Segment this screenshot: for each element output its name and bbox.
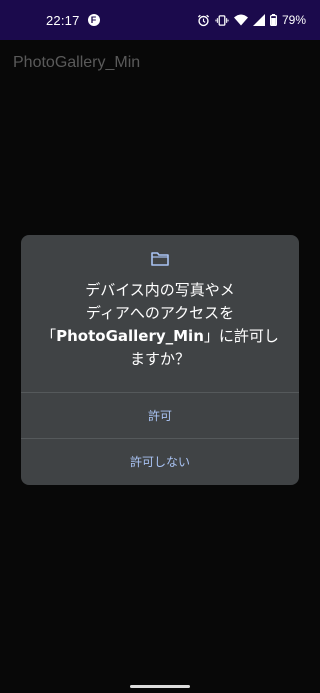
message-line: デバイス内の写真やメ	[85, 281, 235, 299]
wifi-icon	[233, 14, 248, 26]
navigation-gesture-handle[interactable]	[130, 685, 190, 688]
battery-percentage: 79%	[281, 13, 306, 27]
status-bar: 22:17 F 79%	[0, 0, 320, 40]
message-app-name: PhotoGallery_Min	[56, 327, 204, 345]
status-icons: 79%	[197, 13, 306, 27]
message-bracket-open: 「	[41, 327, 57, 345]
app-notification-icon: F	[87, 14, 100, 26]
message-line: ディアへのアクセスを	[85, 304, 235, 322]
allow-button[interactable]: 許可	[21, 393, 299, 439]
status-time: 22:17	[46, 12, 80, 28]
message-line: 「PhotoGallery_Min」に許可し	[35, 325, 285, 348]
vibrate-icon	[215, 14, 229, 26]
message-line: ますか？	[129, 350, 190, 368]
deny-button[interactable]: 許可しない	[21, 439, 299, 485]
permission-dialog: デバイス内の写真やメ ディアへのアクセスを 「PhotoGallery_Min」…	[21, 235, 299, 485]
app-title: PhotoGallery_Min	[13, 54, 141, 71]
folder-icon	[151, 252, 169, 266]
signal-icon	[252, 14, 265, 26]
message-suffix: 」に許可し	[203, 327, 279, 345]
alarm-icon	[197, 14, 210, 26]
battery-icon	[269, 14, 277, 26]
permission-message: デバイス内の写真やメ ディアへのアクセスを 「PhotoGallery_Min」…	[35, 279, 285, 371]
